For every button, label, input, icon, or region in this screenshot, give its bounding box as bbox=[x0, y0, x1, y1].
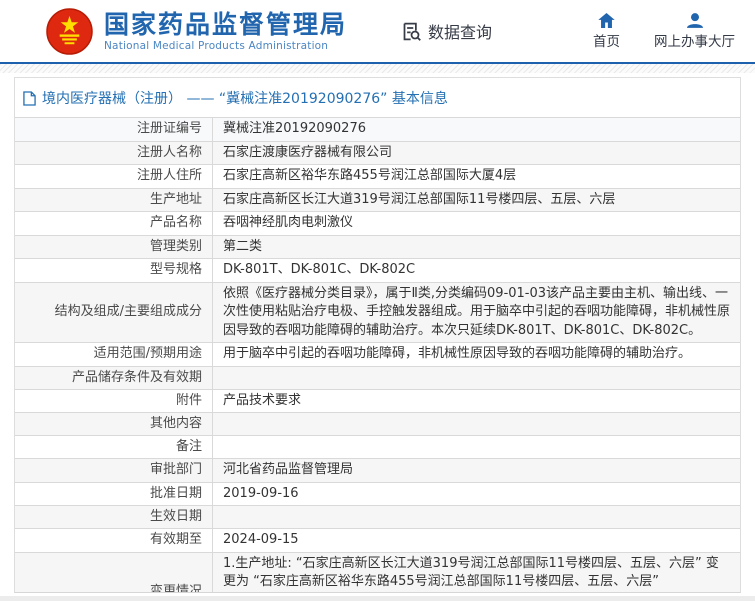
home-icon bbox=[598, 13, 615, 28]
row-value: 第二类 bbox=[213, 236, 740, 259]
site-header: 国家药品监督管理局 National Medical Products Admi… bbox=[0, 0, 755, 64]
row-value bbox=[213, 367, 740, 389]
row-value: 河北省药品监督管理局 bbox=[213, 459, 740, 482]
site-subtitle: National Medical Products Administration bbox=[104, 40, 347, 52]
table-row: 产品名称吞咽神经肌肉电刺激仪 bbox=[15, 212, 740, 236]
row-value: 2019-09-16 bbox=[213, 483, 740, 506]
table-row: 产品储存条件及有效期 bbox=[15, 367, 740, 390]
row-value: 1.生产地址: “石家庄高新区长江大道319号润江总部国际11号楼四层、五层、六… bbox=[213, 553, 740, 594]
row-value: DK-801T、DK-801C、DK-802C bbox=[213, 259, 740, 282]
bottom-strip bbox=[0, 596, 755, 601]
row-label: 管理类别 bbox=[15, 236, 213, 259]
row-label: 批准日期 bbox=[15, 483, 213, 506]
row-value: 冀械注准20192090276 bbox=[213, 118, 740, 141]
table-row: 附件产品技术要求 bbox=[15, 390, 740, 414]
row-label-text: 有效期至 bbox=[150, 531, 202, 549]
top-nav: 首页 网上办事大厅 bbox=[591, 13, 737, 50]
row-label: 型号规格 bbox=[15, 259, 213, 282]
row-label: 其他内容 bbox=[15, 413, 213, 435]
table-row: 结构及组成/主要组成成分依照《医疗器械分类目录》，属于Ⅱ类,分类编码09-01-… bbox=[15, 283, 740, 344]
row-value: 石家庄高新区长江大道319号润江总部国际11号楼四层、五层、六层 bbox=[213, 189, 740, 212]
row-label: 适用范围/预期用途 bbox=[15, 343, 213, 366]
nav-item-home[interactable]: 首页 bbox=[591, 13, 622, 50]
table-row: 适用范围/预期用途用于脑卒中引起的吞咽功能障碍，非机械性原因导致的吞咽功能障碍的… bbox=[15, 343, 740, 367]
row-label: 产品储存条件及有效期 bbox=[15, 367, 213, 389]
row-label: 生产地址 bbox=[15, 189, 213, 212]
row-value: 2024-09-15 bbox=[213, 529, 740, 552]
data-query-label: 数据查询 bbox=[428, 19, 492, 43]
row-label-text: 产品名称 bbox=[150, 214, 202, 232]
table-row: 管理类别第二类 bbox=[15, 236, 740, 260]
content-panel: 境内医疗器械（注册） —— “冀械注准20192090276” 基本信息 注册证… bbox=[14, 77, 741, 593]
row-label: 生效日期 bbox=[15, 506, 213, 528]
row-label: 注册人住所 bbox=[15, 165, 213, 188]
row-label: 注册人名称 bbox=[15, 142, 213, 165]
document-icon bbox=[23, 91, 36, 106]
row-label-text: 结构及组成/主要组成成分 bbox=[55, 303, 202, 321]
info-table: 注册证编号冀械注准20192090276注册人名称石家庄渡康医疗器械有限公司注册… bbox=[15, 117, 740, 593]
site-logo[interactable]: 国家药品监督管理局 National Medical Products Admi… bbox=[46, 8, 347, 55]
row-label: 有效期至 bbox=[15, 529, 213, 552]
row-value bbox=[213, 436, 740, 458]
row-label-text: 注册证编号 bbox=[137, 120, 202, 138]
row-label-text: 型号规格 bbox=[150, 261, 202, 279]
row-label: 附件 bbox=[15, 390, 213, 413]
table-row: 注册人名称石家庄渡康医疗器械有限公司 bbox=[15, 142, 740, 166]
breadcrumb: 境内医疗器械（注册） —— “冀械注准20192090276” 基本信息 bbox=[15, 78, 740, 117]
row-label: 备注 bbox=[15, 436, 213, 458]
row-label-text: 变更情况 bbox=[150, 583, 202, 594]
document-search-icon bbox=[401, 21, 422, 42]
row-value: 产品技术要求 bbox=[213, 390, 740, 413]
row-label-text: 适用范围/预期用途 bbox=[94, 345, 202, 363]
row-value: 依照《医疗器械分类目录》，属于Ⅱ类,分类编码09-01-03该产品主要由主机、输… bbox=[213, 283, 740, 343]
table-row: 其他内容 bbox=[15, 413, 740, 436]
nav-item-service-hall[interactable]: 网上办事大厅 bbox=[652, 13, 737, 50]
table-row: 变更情况 1.生产地址: “石家庄高新区长江大道319号润江总部国际11号楼四层、… bbox=[15, 553, 740, 594]
table-row: 型号规格 DK-801T、DK-801C、DK-802C bbox=[15, 259, 740, 283]
row-value: 吞咽神经肌肉电刺激仪 bbox=[213, 212, 740, 235]
table-row: 注册证编号冀械注准20192090276 bbox=[15, 118, 740, 142]
row-value: 石家庄渡康医疗器械有限公司 bbox=[213, 142, 740, 165]
row-label-text: 注册人名称 bbox=[137, 144, 202, 162]
row-label-text: 生产地址 bbox=[150, 191, 202, 209]
row-label-text: 批准日期 bbox=[150, 485, 202, 503]
site-title: 国家药品监督管理局 bbox=[104, 11, 347, 38]
table-row: 审批部门河北省药品监督管理局 bbox=[15, 459, 740, 483]
brand-titles: 国家药品监督管理局 National Medical Products Admi… bbox=[104, 11, 347, 52]
page: 国家药品监督管理局 National Medical Products Admi… bbox=[0, 0, 755, 601]
row-value bbox=[213, 506, 740, 528]
row-label: 产品名称 bbox=[15, 212, 213, 235]
row-label-text: 生效日期 bbox=[150, 508, 202, 526]
row-label: 变更情况 bbox=[15, 553, 213, 594]
hatched-divider bbox=[0, 64, 755, 73]
row-label-text: 产品储存条件及有效期 bbox=[72, 369, 202, 387]
table-row: 生效日期 bbox=[15, 506, 740, 529]
row-label-text: 备注 bbox=[176, 438, 202, 456]
row-label-text: 管理类别 bbox=[150, 238, 202, 256]
table-row: 批准日期 2019-09-16 bbox=[15, 483, 740, 507]
table-row: 备注 bbox=[15, 436, 740, 459]
row-label-text: 附件 bbox=[176, 392, 202, 410]
row-label: 审批部门 bbox=[15, 459, 213, 482]
row-value bbox=[213, 413, 740, 435]
data-query-tab[interactable]: 数据查询 bbox=[401, 19, 492, 43]
breadcrumb-text: 境内医疗器械（注册） —— “冀械注准20192090276” 基本信息 bbox=[42, 88, 448, 108]
nav-item-label: 网上办事大厅 bbox=[654, 30, 735, 50]
row-label: 结构及组成/主要组成成分 bbox=[15, 283, 213, 343]
table-row: 有效期至 2024-09-15 bbox=[15, 529, 740, 553]
row-value: 用于脑卒中引起的吞咽功能障碍，非机械性原因导致的吞咽功能障碍的辅助治疗。 bbox=[213, 343, 740, 366]
national-emblem-icon bbox=[46, 8, 93, 55]
row-label-text: 审批部门 bbox=[150, 461, 202, 479]
row-label-text: 注册人住所 bbox=[137, 167, 202, 185]
row-label-text: 其他内容 bbox=[150, 415, 202, 433]
nav-item-label: 首页 bbox=[593, 30, 620, 50]
table-row: 生产地址石家庄高新区长江大道319号润江总部国际11号楼四层、五层、六层 bbox=[15, 189, 740, 213]
row-label: 注册证编号 bbox=[15, 118, 213, 141]
row-value: 石家庄高新区裕华东路455号润江总部国际大厦4层 bbox=[213, 165, 740, 188]
person-icon bbox=[687, 13, 703, 28]
table-row: 注册人住所石家庄高新区裕华东路455号润江总部国际大厦4层 bbox=[15, 165, 740, 189]
